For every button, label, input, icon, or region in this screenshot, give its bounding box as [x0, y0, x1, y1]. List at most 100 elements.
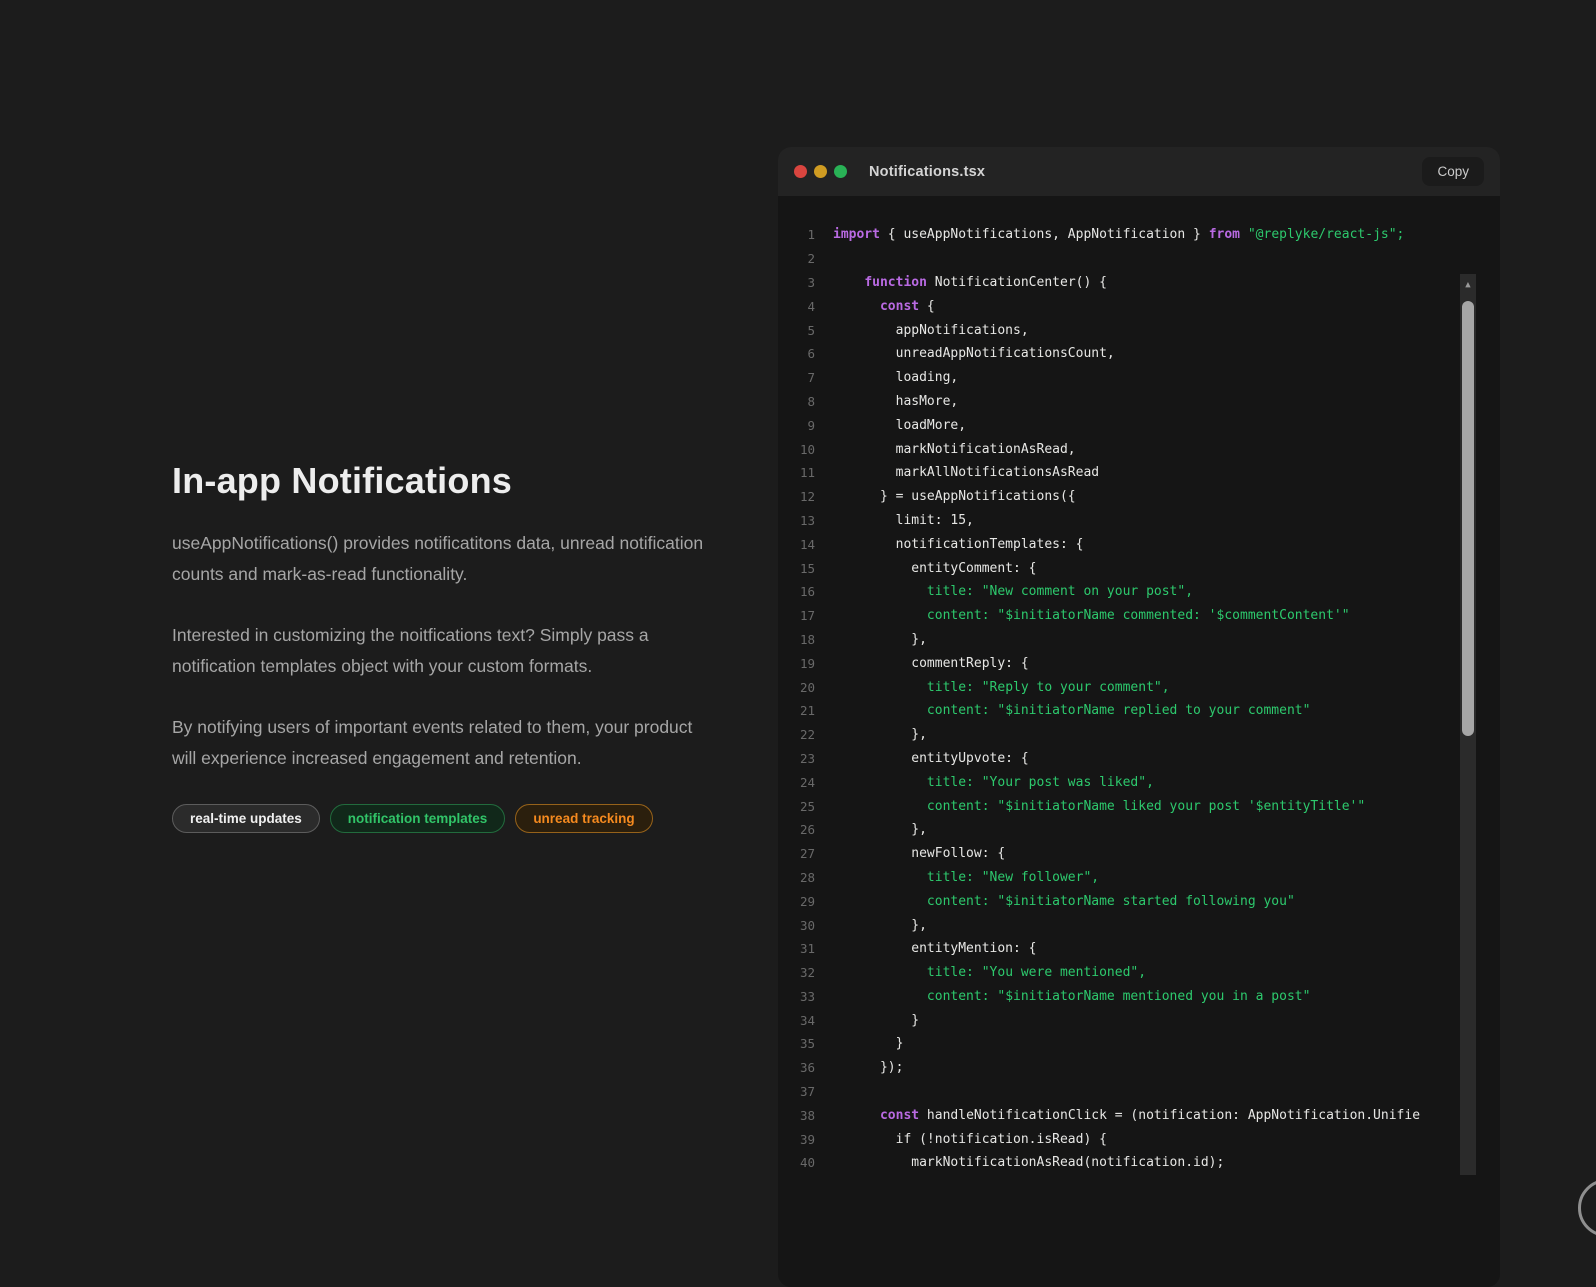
- code-line: 36 });: [778, 1056, 1500, 1080]
- code-line: 39 if (!notification.isRead) {: [778, 1127, 1500, 1151]
- code-line: 5 appNotifications,: [778, 318, 1500, 342]
- code-text: markAllNotificationsAsRead: [815, 465, 1456, 480]
- line-number: 10: [778, 442, 815, 457]
- code-line: 23 entityUpvote: {: [778, 747, 1500, 771]
- line-number: 4: [778, 299, 815, 314]
- code-line: 27 newFollow: {: [778, 842, 1500, 866]
- line-number: 3: [778, 275, 815, 290]
- line-number: 32: [778, 965, 815, 980]
- line-number: 21: [778, 703, 815, 718]
- code-line: 15 entityComment: {: [778, 556, 1500, 580]
- code-line: 32 title: "You were mentioned",: [778, 961, 1500, 985]
- scrollbar-thumb[interactable]: [1462, 301, 1474, 736]
- hero-paragraph-1: useAppNotifications() provides notificat…: [172, 528, 720, 590]
- badge-real-time-updates: real-time updates: [172, 804, 320, 833]
- code-line: 7 loading,: [778, 366, 1500, 390]
- code-line: 12 } = useAppNotifications({: [778, 485, 1500, 509]
- code-line: 1import { useAppNotifications, AppNotifi…: [778, 223, 1500, 247]
- line-number: 1: [778, 227, 815, 242]
- code-text: import { useAppNotifications, AppNotific…: [815, 227, 1456, 242]
- line-number: 29: [778, 894, 815, 909]
- copy-button[interactable]: Copy: [1422, 157, 1484, 186]
- line-number: 11: [778, 465, 815, 480]
- line-number: 2: [778, 251, 815, 266]
- code-text: },: [815, 727, 1456, 742]
- code-line: 18 },: [778, 628, 1500, 652]
- line-number: 24: [778, 775, 815, 790]
- hero-paragraph-3: By notifying users of important events r…: [172, 712, 720, 774]
- code-text: markNotificationAsRead,: [815, 442, 1456, 457]
- code-line: 16 title: "New comment on your post",: [778, 580, 1500, 604]
- line-number: 13: [778, 513, 815, 528]
- line-number: 18: [778, 632, 815, 647]
- code-line: 26 },: [778, 818, 1500, 842]
- code-text: title: "New comment on your post",: [815, 584, 1456, 599]
- code-line: 40 markNotificationAsRead(notification.i…: [778, 1151, 1500, 1175]
- line-number: 26: [778, 822, 815, 837]
- minimize-window-icon[interactable]: [814, 165, 827, 178]
- code-line: 3 function NotificationCenter() {: [778, 271, 1500, 295]
- code-text: }: [815, 1036, 1456, 1051]
- line-number: 25: [778, 799, 815, 814]
- code-text: }: [815, 1013, 1456, 1028]
- line-number: 22: [778, 727, 815, 742]
- code-line: 4 const {: [778, 294, 1500, 318]
- line-number: 36: [778, 1060, 815, 1075]
- line-number: 23: [778, 751, 815, 766]
- code-text: },: [815, 918, 1456, 933]
- code-text: unreadAppNotificationsCount,: [815, 346, 1456, 361]
- code-text: entityUpvote: {: [815, 751, 1456, 766]
- code-line: 34 }: [778, 1008, 1500, 1032]
- traffic-lights: [794, 165, 847, 178]
- code-line: 14 notificationTemplates: {: [778, 532, 1500, 556]
- scrollbar-track[interactable]: ▲: [1460, 274, 1476, 1175]
- line-number: 14: [778, 537, 815, 552]
- line-number: 31: [778, 941, 815, 956]
- code-line: 30 },: [778, 913, 1500, 937]
- code-text: } = useAppNotifications({: [815, 489, 1456, 504]
- code-text: commentReply: {: [815, 656, 1456, 671]
- code-line: 33 content: "$initiatorName mentioned yo…: [778, 985, 1500, 1009]
- line-number: 38: [778, 1108, 815, 1123]
- line-number: 12: [778, 489, 815, 504]
- code-line: 20 title: "Reply to your comment",: [778, 675, 1500, 699]
- code-line: 6 unreadAppNotificationsCount,: [778, 342, 1500, 366]
- close-window-icon[interactable]: [794, 165, 807, 178]
- hero-paragraph-2: Interested in customizing the noitficati…: [172, 620, 720, 682]
- code-line: 17 content: "$initiatorName commented: '…: [778, 604, 1500, 628]
- line-number: 39: [778, 1132, 815, 1147]
- line-number: 6: [778, 346, 815, 361]
- code-line: 38 const handleNotificationClick = (noti…: [778, 1103, 1500, 1127]
- code-text: newFollow: {: [815, 846, 1456, 861]
- code-text: title: "You were mentioned",: [815, 965, 1456, 980]
- zoom-window-icon[interactable]: [834, 165, 847, 178]
- code-text: limit: 15,: [815, 513, 1456, 528]
- code-text: title: "Reply to your comment",: [815, 680, 1456, 695]
- hero-section: In-app Notifications useAppNotifications…: [172, 460, 732, 833]
- badge-notification-templates: notification templates: [330, 804, 506, 833]
- line-number: 27: [778, 846, 815, 861]
- code-text: });: [815, 1060, 1456, 1075]
- code-text: title: "Your post was liked",: [815, 775, 1456, 790]
- code-line: 31 entityMention: {: [778, 937, 1500, 961]
- code-text: entityMention: {: [815, 941, 1456, 956]
- badge-unread-tracking: unread tracking: [515, 804, 652, 833]
- code-text: loading,: [815, 370, 1456, 385]
- code-text: const {: [815, 299, 1456, 314]
- code-text: content: "$initiatorName started followi…: [815, 894, 1456, 909]
- code-text: title: "New follower",: [815, 870, 1456, 885]
- code-line: 11 markAllNotificationsAsRead: [778, 461, 1500, 485]
- code-line: 21 content: "$initiatorName replied to y…: [778, 699, 1500, 723]
- code-text: markNotificationAsRead(notification.id);: [815, 1155, 1456, 1170]
- code-text: content: "$initiatorName mentioned you i…: [815, 989, 1456, 1004]
- line-number: 8: [778, 394, 815, 409]
- code-text: },: [815, 822, 1456, 837]
- code-line: 19 commentReply: {: [778, 651, 1500, 675]
- code-text: appNotifications,: [815, 323, 1456, 338]
- line-number: 30: [778, 918, 815, 933]
- scroll-up-arrow-icon[interactable]: ▲: [1460, 279, 1476, 291]
- code-line: 10 markNotificationAsRead,: [778, 437, 1500, 461]
- code-text: hasMore,: [815, 394, 1456, 409]
- code-text: loadMore,: [815, 418, 1456, 433]
- code-text: if (!notification.isRead) {: [815, 1132, 1456, 1147]
